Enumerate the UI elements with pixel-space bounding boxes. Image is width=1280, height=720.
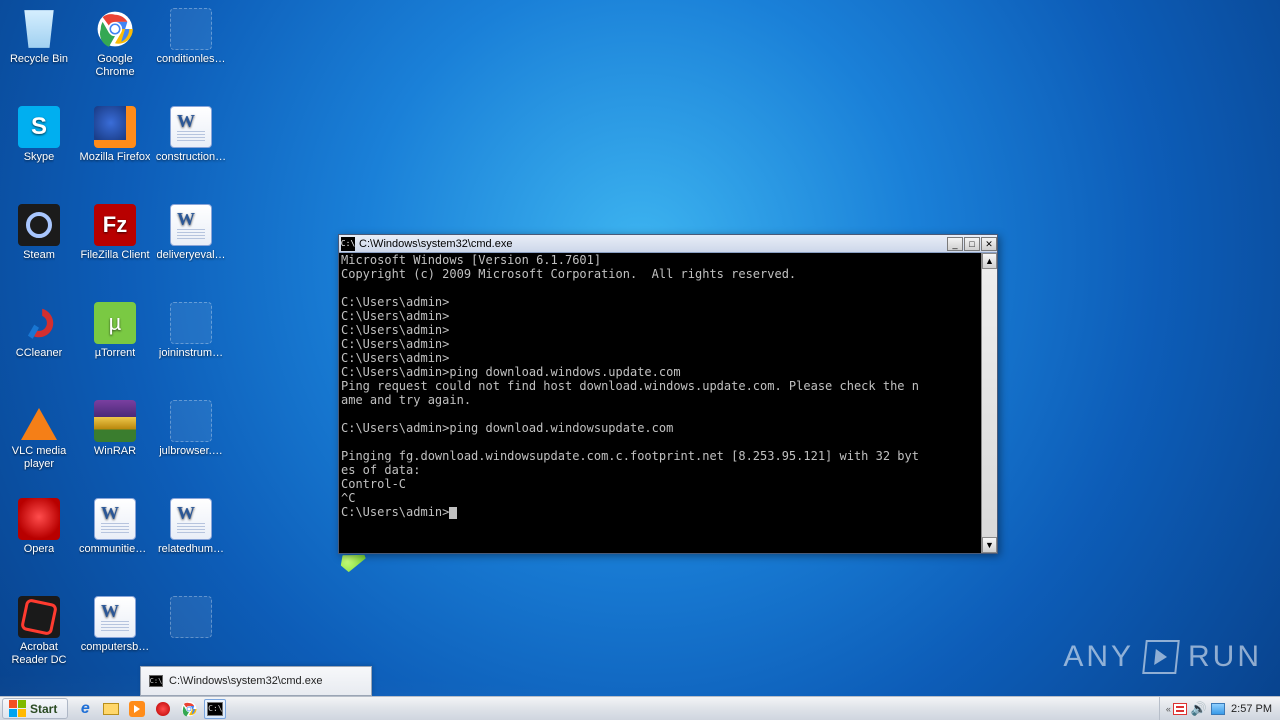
desktop-icon-blank-sc[interactable]: [154, 594, 228, 643]
desktop-icon-label: conditionles…: [156, 53, 225, 66]
taskbar-cmd-button[interactable]: C:\: [204, 699, 226, 719]
desktop-icon-google-chrome[interactable]: Google Chrome: [78, 6, 152, 81]
cmd-window[interactable]: C:\ C:\Windows\system32\cmd.exe _ □ ✕ Mi…: [338, 234, 998, 554]
desktop-icon-deliveryeval[interactable]: deliveryeval…: [154, 202, 228, 264]
tray-clock[interactable]: 2:57 PM: [1229, 703, 1274, 715]
watermark-text-a: ANY: [1063, 640, 1134, 674]
desktop-icon-julbrowser[interactable]: julbrowser.…: [154, 398, 228, 460]
scroll-up-icon[interactable]: ▲: [982, 253, 997, 269]
desktop-icon-computersb[interactable]: computersb…: [78, 594, 152, 656]
desktop-icon-firefox[interactable]: Mozilla Firefox: [78, 104, 152, 166]
system-tray: « 🔊 2:57 PM: [1159, 697, 1280, 720]
desktop-icon-label: deliveryeval…: [156, 249, 225, 262]
desktop-icon-label: julbrowser.…: [159, 445, 223, 458]
taskbar-opera-icon[interactable]: [152, 699, 174, 719]
taskbar-explorer-icon[interactable]: [100, 699, 122, 719]
desktop-icon-label: relatedhum…: [158, 543, 224, 556]
quick-launch: e C:\: [70, 697, 230, 720]
desktop-icon-label: Mozilla Firefox: [80, 151, 151, 164]
cmd-scrollbar[interactable]: ▲ ▼: [981, 253, 997, 553]
anyrun-watermark: ANY RUN: [1063, 640, 1262, 674]
desktop-icon-label: CCleaner: [16, 347, 62, 360]
tray-overflow-icon[interactable]: «: [1166, 704, 1169, 714]
maximize-button[interactable]: □: [964, 237, 980, 251]
desktop-icon-recycle-bin[interactable]: Recycle Bin: [2, 6, 76, 68]
desktop-icon-label: µTorrent: [95, 347, 136, 360]
start-label: Start: [30, 702, 57, 716]
desktop-icon-label: Google Chrome: [80, 53, 150, 79]
desktop-icon-label: communities…: [79, 543, 151, 556]
desktop-icon-skype[interactable]: SSkype: [2, 104, 76, 166]
play-icon: [1142, 640, 1180, 674]
cmd-icon: C:\: [149, 675, 163, 687]
desktop-icon-filezilla[interactable]: FzFileZilla Client: [78, 202, 152, 264]
desktop-icon-steam[interactable]: Steam: [2, 202, 76, 264]
desktop-icon-opera[interactable]: Opera: [2, 496, 76, 558]
desktop-icon-vlc[interactable]: VLC media player: [2, 398, 76, 473]
tray-volume-icon[interactable]: 🔊: [1191, 701, 1207, 717]
cmd-title-text: C:\Windows\system32\cmd.exe: [359, 238, 512, 250]
desktop-icon-label: WinRAR: [94, 445, 136, 458]
taskbar-media-player-icon[interactable]: [126, 699, 148, 719]
desktop-icon-label: VLC media player: [4, 445, 74, 471]
cmd-output[interactable]: Microsoft Windows [Version 6.1.7601] Cop…: [339, 253, 981, 553]
desktop-icon-construction[interactable]: construction…: [154, 104, 228, 166]
desktop-icon-communities[interactable]: communities…: [78, 496, 152, 558]
desktop-icon-ccleaner[interactable]: CCleaner: [2, 300, 76, 362]
desktop-icon-winrar[interactable]: WinRAR: [78, 398, 152, 460]
desktop-icon-acrobat[interactable]: Acrobat Reader DC: [2, 594, 76, 669]
minimize-button[interactable]: _: [947, 237, 963, 251]
tray-network-icon[interactable]: [1211, 703, 1225, 715]
taskbar-chrome-icon[interactable]: [178, 699, 200, 719]
desktop-icon-label: computersb…: [81, 641, 149, 654]
cmd-titlebar-icon: C:\: [341, 237, 355, 251]
desktop-icon-label: FileZilla Client: [80, 249, 149, 262]
start-button[interactable]: Start: [2, 698, 68, 719]
desktop-icon-label: Recycle Bin: [10, 53, 68, 66]
taskbar[interactable]: Start e C:\ « 🔊 2:57 PM: [0, 696, 1280, 720]
cmd-cursor: [449, 507, 457, 519]
tray-action-center-icon[interactable]: [1173, 703, 1187, 715]
watermark-text-b: RUN: [1188, 640, 1262, 674]
desktop-icon-relatedhum[interactable]: relatedhum…: [154, 496, 228, 558]
desktop-icon-label: Steam: [23, 249, 55, 262]
desktop-icon-conditionles[interactable]: conditionles…: [154, 6, 228, 68]
taskbar-ie-icon[interactable]: e: [74, 699, 96, 719]
scroll-down-icon[interactable]: ▼: [982, 537, 997, 553]
cmd-titlebar[interactable]: C:\ C:\Windows\system32\cmd.exe _ □ ✕: [339, 235, 997, 253]
close-button[interactable]: ✕: [981, 237, 997, 251]
desktop-icon-label: Opera: [24, 543, 55, 556]
desktop-icon-utorrent[interactable]: µµTorrent: [78, 300, 152, 362]
taskbar-window-preview[interactable]: C:\ C:\Windows\system32\cmd.exe: [140, 666, 372, 696]
windows-logo-icon: [9, 700, 26, 717]
desktop-icon-label: Skype: [24, 151, 55, 164]
taskbar-preview-title: C:\Windows\system32\cmd.exe: [169, 675, 322, 687]
desktop-icon-label: Acrobat Reader DC: [4, 641, 74, 667]
desktop-icon-label: construction…: [156, 151, 226, 164]
desktop-icon-joininstrum[interactable]: joininstrum…: [154, 300, 228, 362]
desktop-icon-label: joininstrum…: [159, 347, 223, 360]
